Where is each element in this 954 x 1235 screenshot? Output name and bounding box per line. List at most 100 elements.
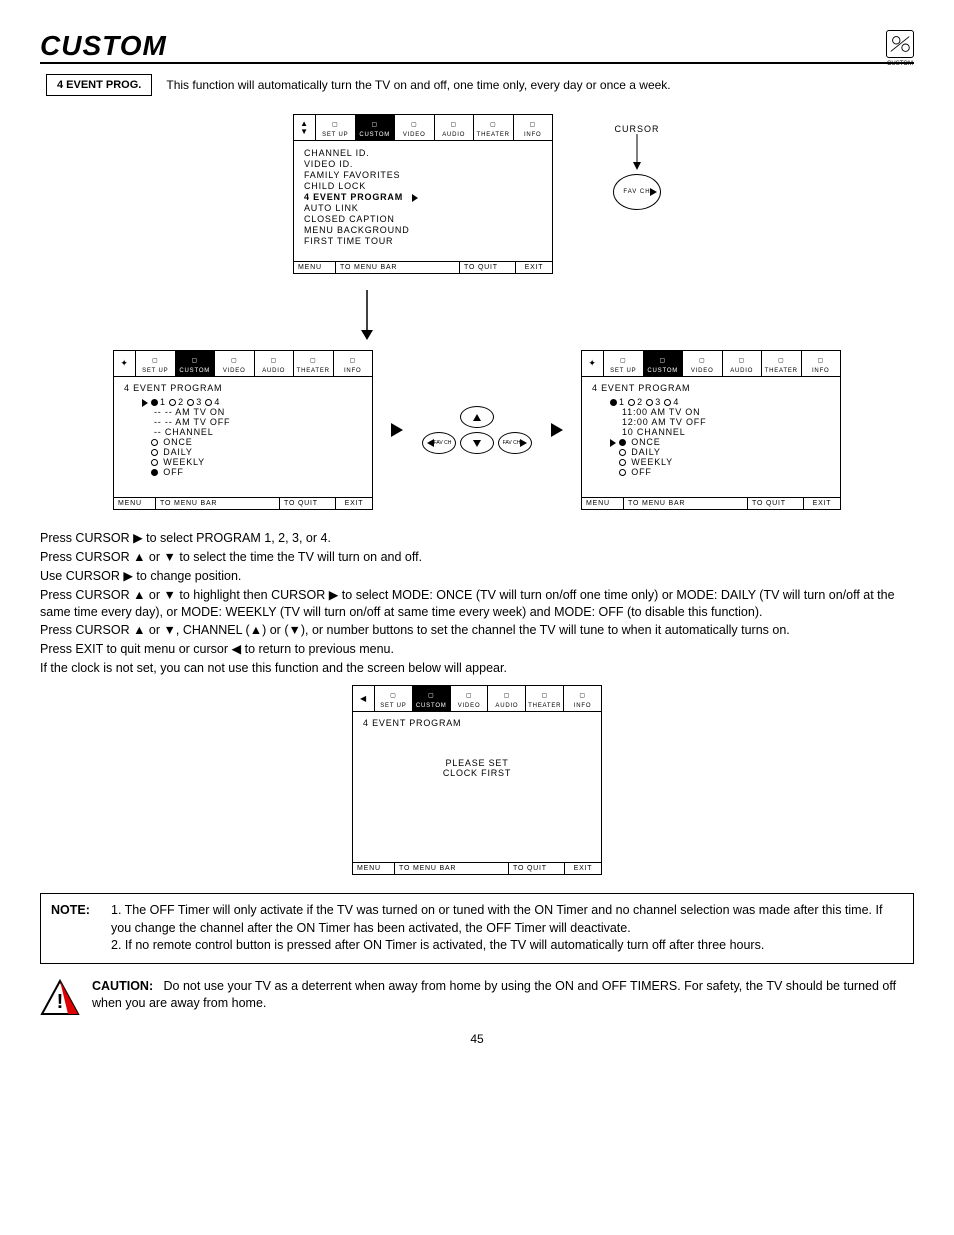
program-field: 12:00 AM TV OFF xyxy=(592,417,830,427)
mode-option: OFF xyxy=(124,467,362,477)
page-title: CUSTOM xyxy=(40,30,167,62)
menubar-tab-custom: ▢CUSTOM xyxy=(413,686,451,711)
menubar-tab-video: ▢VIDEO xyxy=(683,351,723,376)
screen-subtitle: 4 EVENT PROGRAM xyxy=(592,383,830,393)
menubar-tab-theater: ▢THEATER xyxy=(526,686,564,711)
radio-icon xyxy=(205,399,212,406)
menu-item: CLOSED CAPTION xyxy=(304,214,542,224)
menu-item: CHANNEL ID. xyxy=(304,148,542,158)
radio-icon xyxy=(619,459,626,466)
menubar-tab-info: ▢INFO xyxy=(334,351,373,376)
caution-label: CAUTION: xyxy=(92,979,153,993)
clock-msg-line: PLEASE SET xyxy=(363,758,591,768)
feature-label-box: 4 EVENT PROG. xyxy=(46,74,152,96)
flow-arrow-right-icon xyxy=(551,423,563,437)
instruction-line: Press CURSOR ▲ or ▼ to select the time t… xyxy=(40,549,914,566)
radio-icon xyxy=(646,399,653,406)
program-number-row: 1 2 3 4 xyxy=(592,397,830,407)
cursor-label: CURSOR xyxy=(614,124,659,134)
mode-option: DAILY xyxy=(592,447,830,457)
program-field: -- -- AM TV OFF xyxy=(124,417,362,427)
menubar-tab-info: ▢INFO xyxy=(514,115,553,140)
cursor-pad-diagram: FAV CH FAV CH xyxy=(421,405,533,455)
radio-icon xyxy=(664,399,671,406)
menubar-tab-audio: ▢AUDIO xyxy=(255,351,295,376)
menu-item: FAMILY FAVORITES xyxy=(304,170,542,180)
note-label: NOTE: xyxy=(51,902,90,920)
program-number: 1 xyxy=(619,397,628,407)
menubar-nav-arrows: ▲▼ xyxy=(294,115,316,140)
instructions-block: Press CURSOR ▶ to select PROGRAM 1, 2, 3… xyxy=(40,530,914,677)
mode-option: WEEKLY xyxy=(592,457,830,467)
menubar-tab-theater: ▢THEATER xyxy=(474,115,514,140)
clock-msg-line: CLOCK FIRST xyxy=(363,768,591,778)
intro-row: 4 EVENT PROG. This function will automat… xyxy=(46,74,914,96)
cursor-right-favch-icon: FAV CH xyxy=(498,432,532,454)
caution-text: Do not use your TV as a deterrent when a… xyxy=(92,979,896,1011)
menu-item: CHILD LOCK xyxy=(304,181,542,191)
clock-not-set-screen: ◀ ▢SET UP▢CUSTOM▢VIDEO▢AUDIO▢THEATER▢INF… xyxy=(352,685,602,875)
note-item: 2. If no remote control button is presse… xyxy=(111,937,903,955)
cursor-diagram: CURSOR FAV CH xyxy=(613,124,661,210)
radio-icon xyxy=(619,439,626,446)
radio-icon xyxy=(169,399,176,406)
screen-subtitle: 4 EVENT PROGRAM xyxy=(363,718,591,728)
menubar-tab-audio: ▢AUDIO xyxy=(723,351,763,376)
menubar-nav-cross: ✦ xyxy=(114,351,136,376)
menubar-tab-theater: ▢THEATER xyxy=(762,351,802,376)
menubar-tab-info: ▢INFO xyxy=(564,686,601,711)
menubar-tab-video: ▢VIDEO xyxy=(451,686,489,711)
menubar-nav-cross: ✦ xyxy=(582,351,604,376)
instruction-line: Press CURSOR ▲ or ▼, CHANNEL (▲) or (▼),… xyxy=(40,622,914,639)
menubar-tab-custom: ▢CUSTOM xyxy=(176,351,216,376)
radio-icon xyxy=(151,459,158,466)
menubar-tab-theater: ▢THEATER xyxy=(294,351,334,376)
footer-menu: MENU xyxy=(294,262,336,273)
menubar-tab-set-up: ▢SET UP xyxy=(316,115,356,140)
menubar-back-arrow: ◀ xyxy=(353,686,375,711)
mode-option: ONCE xyxy=(592,437,830,447)
menubar-tab-set-up: ▢SET UP xyxy=(375,686,413,711)
radio-icon xyxy=(151,439,158,446)
screen-subtitle: 4 EVENT PROGRAM xyxy=(124,383,362,393)
menubar-tab-video: ▢VIDEO xyxy=(395,115,435,140)
instruction-line: Press CURSOR ▶ to select PROGRAM 1, 2, 3… xyxy=(40,530,914,547)
page-header: CUSTOM xyxy=(40,30,914,64)
instruction-line: Press EXIT to quit menu or cursor ◀ to r… xyxy=(40,641,914,658)
flow-arrow-down-icon xyxy=(0,290,914,340)
fav-ch-button-icon: FAV CH xyxy=(613,174,661,210)
cursor-left-favch-icon: FAV CH xyxy=(422,432,456,454)
svg-text:!: ! xyxy=(57,991,64,1013)
middle-diagram-row: ✦ ▢SET UP▢CUSTOM▢VIDEO▢AUDIO▢THEATER▢INF… xyxy=(40,350,914,510)
mode-option: ONCE xyxy=(124,437,362,447)
radio-icon xyxy=(151,469,158,476)
program-field: -- CHANNEL xyxy=(124,427,362,437)
cursor-down-icon xyxy=(460,432,494,454)
radio-icon xyxy=(151,449,158,456)
menu-item: AUTO LINK xyxy=(304,203,542,213)
menubar-tab-audio: ▢AUDIO xyxy=(488,686,526,711)
radio-icon xyxy=(151,399,158,406)
program-number: 4 xyxy=(673,397,679,407)
footer-menubar: TO MENU BAR xyxy=(336,262,460,273)
radio-icon xyxy=(187,399,194,406)
cursor-up-icon xyxy=(460,406,494,428)
program-number: 2 xyxy=(637,397,646,407)
radio-icon xyxy=(619,469,626,476)
instruction-line: If the clock is not set, you can not use… xyxy=(40,660,914,677)
menubar-tab-audio: ▢AUDIO xyxy=(435,115,475,140)
menubar-tab-video: ▢VIDEO xyxy=(215,351,255,376)
program-number-row: 1 2 3 4 xyxy=(124,397,362,407)
menu-item: 4 EVENT PROGRAM xyxy=(304,192,542,202)
menu-item: FIRST TIME TOUR xyxy=(304,236,542,246)
radio-icon xyxy=(619,449,626,456)
program-number: 3 xyxy=(196,397,205,407)
radio-icon xyxy=(610,399,617,406)
event-program-screen-after: ✦ ▢SET UP▢CUSTOM▢VIDEO▢AUDIO▢THEATER▢INF… xyxy=(581,350,841,510)
flow-arrow-right-icon xyxy=(391,423,403,437)
menubar-tab-custom: ▢CUSTOM xyxy=(644,351,684,376)
instruction-line: Use CURSOR ▶ to change position. xyxy=(40,568,914,585)
footer-quit: TO QUIT xyxy=(460,262,516,273)
program-field: 11:00 AM TV ON xyxy=(592,407,830,417)
note-item: 1. The OFF Timer will only activate if t… xyxy=(111,902,903,937)
